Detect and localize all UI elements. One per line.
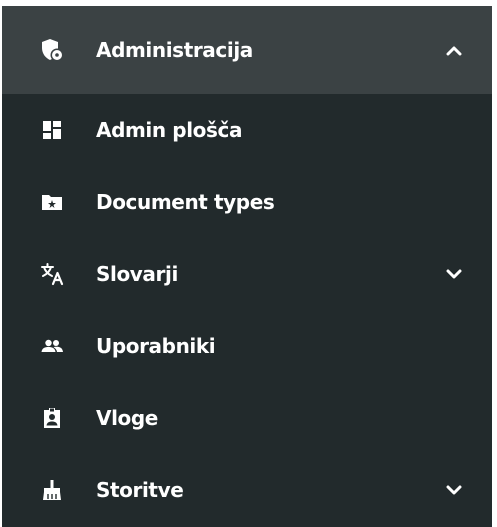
menu-group-label: Administracija bbox=[96, 38, 253, 62]
menu-group-administracija[interactable]: Administracija bbox=[2, 6, 492, 94]
chevron-up-icon[interactable] bbox=[444, 40, 464, 60]
translate-icon bbox=[40, 262, 64, 286]
menu-item-admin-plosca[interactable]: Admin plošča bbox=[2, 94, 492, 166]
chevron-down-icon[interactable] bbox=[444, 264, 464, 284]
menu-item-label: Admin plošča bbox=[96, 118, 243, 142]
menu-item-vloge[interactable]: Vloge bbox=[2, 382, 492, 454]
menu-item-storitve[interactable]: Storitve bbox=[2, 454, 492, 526]
dashboard-icon bbox=[40, 118, 64, 142]
menu-item-label: Storitve bbox=[96, 478, 184, 502]
broom-icon bbox=[40, 478, 64, 502]
menu-item-label: Slovarji bbox=[96, 262, 178, 286]
menu-item-document-types[interactable]: Document types bbox=[2, 166, 492, 238]
badge-icon bbox=[40, 406, 64, 430]
menu-item-uporabniki[interactable]: Uporabniki bbox=[2, 310, 492, 382]
users-icon bbox=[40, 334, 64, 358]
sidebar-menu: Administracija Admin plošča Document typ… bbox=[2, 6, 492, 527]
menu-item-label: Document types bbox=[96, 190, 275, 214]
chevron-down-icon[interactable] bbox=[444, 480, 464, 500]
folder-icon bbox=[40, 190, 64, 214]
menu-item-slovarji[interactable]: Slovarji bbox=[2, 238, 492, 310]
admin-shield-icon bbox=[40, 38, 64, 62]
menu-item-label: Uporabniki bbox=[96, 334, 216, 358]
menu-item-label: Vloge bbox=[96, 406, 158, 430]
